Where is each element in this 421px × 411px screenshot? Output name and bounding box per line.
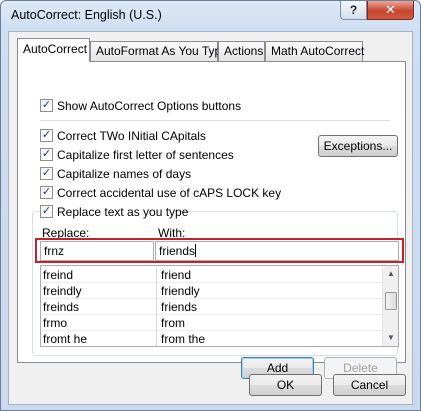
- scroll-up-arrow-icon[interactable]: ▲: [383, 266, 398, 282]
- entry-with: friends: [161, 300, 198, 314]
- entry-replace: freinds: [43, 300, 80, 314]
- tab-label: Math AutoCorrect: [271, 44, 365, 58]
- cancel-button[interactable]: Cancel: [333, 374, 406, 396]
- autocorrect-entries-list[interactable]: freind friend freindly friendly freinds …: [40, 265, 399, 347]
- list-item[interactable]: fromt he from the: [41, 331, 398, 346]
- title-bar[interactable]: AutoCorrect: English (U.S.) ? ✕: [1, 1, 420, 31]
- close-button[interactable]: ✕: [367, 1, 414, 20]
- column-divider: [156, 267, 157, 283]
- entry-replace: freind: [43, 268, 74, 282]
- entry-with: from the: [161, 332, 206, 346]
- column-divider: [156, 299, 157, 315]
- entry-with: friend: [161, 268, 192, 282]
- autocorrect-tab-page: ✓ Show AutoCorrect Options buttons ✓ Cor…: [17, 61, 406, 379]
- ok-button[interactable]: OK: [249, 374, 322, 396]
- list-scrollbar[interactable]: ▲ ▼: [382, 266, 398, 346]
- window-title: AutoCorrect: English (U.S.): [11, 8, 162, 22]
- checkmark-icon: ✓: [40, 205, 53, 218]
- exceptions-button[interactable]: Exceptions...: [318, 135, 398, 157]
- button-label: Delete: [343, 361, 378, 375]
- entry-replace: fromt he: [43, 332, 88, 346]
- checkbox-label: Correct accidental use of cAPS LOCK key: [57, 186, 282, 200]
- checkbox-label: Capitalize first letter of sentences: [57, 148, 234, 162]
- list-item[interactable]: freind friend: [41, 267, 398, 283]
- entry-replace: frmo: [43, 316, 67, 330]
- close-icon: ✕: [385, 2, 396, 17]
- entry-with: from: [161, 316, 185, 330]
- checkmark-icon: ✓: [40, 167, 53, 180]
- tab-actions[interactable]: Actions: [218, 41, 265, 61]
- checkmark-icon: ✓: [40, 148, 53, 161]
- list-item[interactable]: freindly friendly: [41, 283, 398, 299]
- tab-autocorrect[interactable]: AutoCorrect: [17, 38, 90, 62]
- checkbox-label: Capitalize names of days: [57, 167, 192, 181]
- list-item[interactable]: freinds friends: [41, 299, 398, 315]
- entry-replace: freindly: [43, 284, 82, 298]
- button-label: Cancel: [350, 378, 389, 392]
- column-divider: [156, 315, 157, 331]
- checkbox-label: Correct TWo INitial CApitals: [57, 129, 206, 143]
- checkbox-label: Show AutoCorrect Options buttons: [57, 99, 242, 113]
- button-label: OK: [276, 378, 295, 392]
- tab-autoformat-as-you-type[interactable]: AutoFormat As You Type: [90, 41, 228, 61]
- column-divider: [156, 283, 157, 299]
- tab-math-autocorrect[interactable]: Math AutoCorrect: [265, 41, 365, 61]
- replace-text-as-you-type-checkbox[interactable]: ✓ Replace text as you type: [40, 204, 188, 220]
- button-label: Add: [266, 361, 289, 375]
- checkmark-icon: ✓: [40, 99, 53, 112]
- column-divider: [156, 331, 157, 346]
- scroll-down-arrow-icon[interactable]: ▼: [383, 330, 398, 346]
- checkmark-icon: ✓: [40, 129, 53, 142]
- highlight-annotation-box: [35, 238, 404, 263]
- tab-label: Actions: [224, 44, 264, 58]
- tab-label: AutoFormat As You Type: [96, 44, 228, 58]
- tab-label: AutoCorrect: [23, 42, 88, 56]
- entry-with: friendly: [161, 284, 200, 298]
- scroll-thumb[interactable]: [385, 292, 397, 310]
- divider: [40, 120, 390, 121]
- checkbox-label: Replace text as you type: [57, 205, 189, 219]
- list-item[interactable]: frmo from: [41, 315, 398, 331]
- dialog-body: AutoCorrect AutoFormat As You Type Actio…: [8, 31, 413, 405]
- checkmark-icon: ✓: [40, 186, 53, 199]
- button-label: Exceptions...: [323, 139, 393, 153]
- autocorrect-dialog: AutoCorrect: English (U.S.) ? ✕ AutoCorr…: [0, 0, 421, 411]
- help-button[interactable]: ?: [340, 1, 367, 20]
- question-mark-icon: ?: [349, 3, 358, 17]
